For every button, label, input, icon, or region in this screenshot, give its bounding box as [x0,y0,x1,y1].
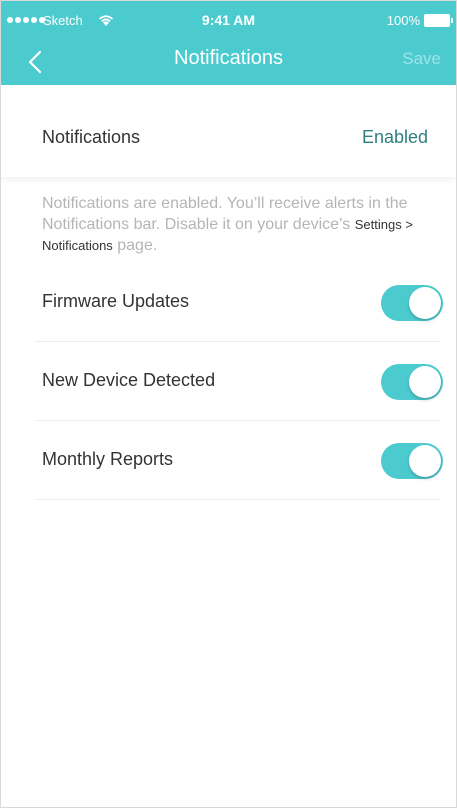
app-screen: Sketch 9:41 AM 100% Notifications Save N… [0,0,457,808]
toggle-row-monthly-reports: Monthly Reports [35,421,443,500]
description-text-end: page. [112,237,158,254]
toggle-knob [409,366,441,398]
toggle-label: New Device Detected [42,370,216,390]
firmware-updates-toggle[interactable] [381,285,443,321]
toggle-label: Firmware Updates [42,291,190,311]
toggle-knob [409,287,441,319]
notifications-status-row[interactable]: Notifications Enabled [1,97,456,177]
toggle-row-firmware-updates: Firmware Updates [35,263,443,342]
toggle-row-new-device-detected: New Device Detected [35,342,443,421]
monthly-reports-toggle[interactable] [381,443,443,479]
save-button[interactable]: Save [402,49,441,69]
battery-percentage: 100% [386,13,420,28]
notifications-label: Notifications [42,127,141,147]
top-bar: Sketch 9:41 AM 100% Notifications Save [1,1,456,85]
navigation-bar: Notifications Save [1,41,456,85]
page-title: Notifications [174,47,283,69]
battery-icon [424,14,453,27]
description-text: Notifications are enabled. You’ll receiv… [42,195,408,233]
status-bar: Sketch 9:41 AM 100% [1,1,456,41]
toggle-knob [409,445,441,477]
toggle-label: Monthly Reports [42,449,174,469]
notifications-description: Notifications are enabled. You’ll receiv… [42,193,442,256]
new-device-detected-toggle[interactable] [381,364,443,400]
notifications-status-value: Enabled [361,127,428,147]
